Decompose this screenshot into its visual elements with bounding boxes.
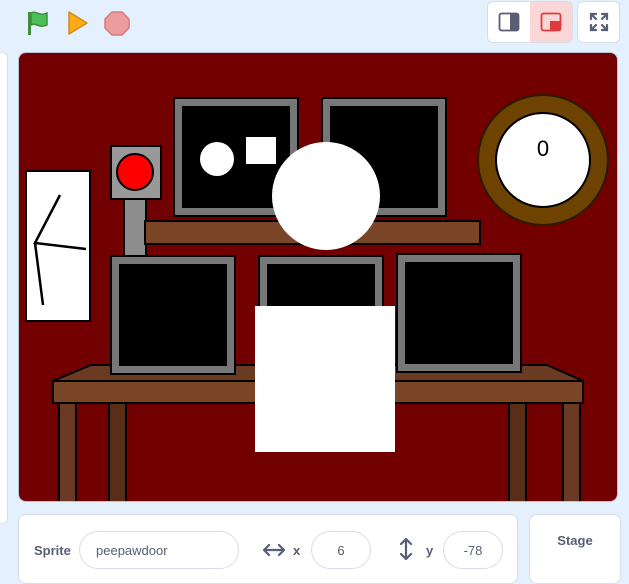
- counter-text: 0: [537, 136, 549, 161]
- stage-size-toggle: [487, 1, 573, 43]
- left-panel-edge: [0, 52, 8, 524]
- y-value: -78: [463, 542, 483, 558]
- head-sprite[interactable]: [272, 142, 380, 250]
- x-value: 6: [337, 542, 345, 558]
- small-stage-button[interactable]: [488, 2, 530, 42]
- y-field[interactable]: -78: [443, 531, 503, 569]
- fullscreen-icon: [589, 12, 608, 32]
- stage-scene: 0: [19, 53, 617, 501]
- wall-clock: 0: [477, 94, 609, 226]
- monitor-lower-left: [110, 255, 236, 375]
- y-label: y: [426, 543, 434, 558]
- sprite-name-field[interactable]: peepawdoor: [79, 531, 239, 569]
- monitor-lower-right: [396, 253, 522, 373]
- stop-button[interactable]: [100, 6, 134, 40]
- y-arrows-icon: [399, 538, 413, 560]
- large-stage-button[interactable]: [530, 2, 572, 42]
- door-sprite[interactable]: [255, 306, 395, 452]
- x-field[interactable]: 6: [311, 531, 371, 569]
- play-button[interactable]: [60, 6, 94, 40]
- large-stage-icon: [540, 12, 562, 32]
- x-arrows-icon: [263, 543, 285, 557]
- green-flag-icon: [28, 11, 48, 35]
- fullscreen-button[interactable]: [577, 1, 620, 43]
- stop-icon: [104, 11, 130, 36]
- stage-canvas[interactable]: 0: [18, 52, 618, 502]
- play-icon: [68, 11, 88, 35]
- wall-panel: [25, 170, 91, 322]
- small-stage-icon: [498, 12, 520, 32]
- stage-label: Stage: [557, 533, 593, 548]
- sprite-label: Sprite: [34, 543, 71, 558]
- x-label: x: [293, 543, 301, 558]
- sprite-name-value: peepawdoor: [96, 542, 168, 558]
- green-flag-button[interactable]: [20, 6, 54, 40]
